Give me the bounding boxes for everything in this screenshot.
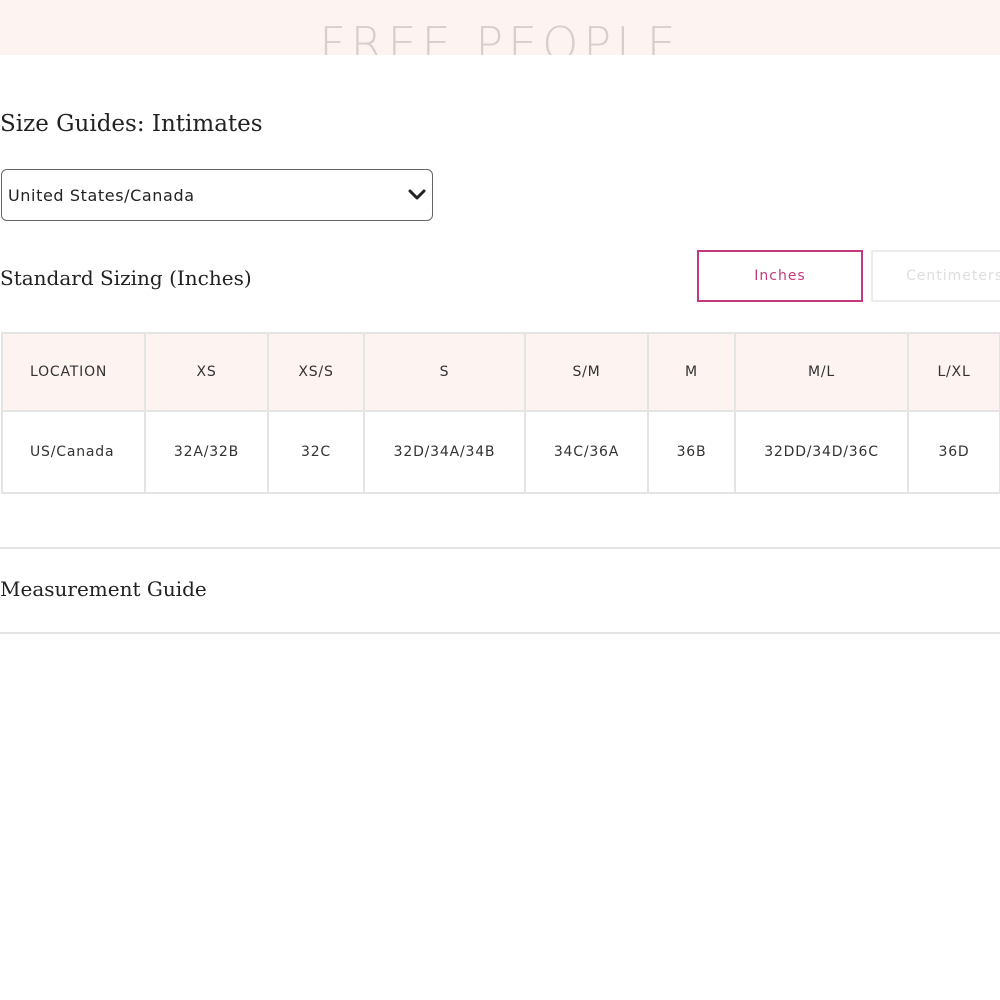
centimeters-button[interactable]: Centimeters bbox=[871, 250, 1000, 302]
size-table: LOCATION XS XS/S S S/M M M/L L/XL US/Can… bbox=[1, 332, 1000, 494]
table-row: US/Canada 32A/32B 32C 32D/34A/34B 34C/36… bbox=[1, 410, 1000, 494]
table-cell: 32D/34A/34B bbox=[363, 410, 526, 494]
section-title: Standard Sizing (Inches) bbox=[0, 266, 252, 290]
column-header: LOCATION bbox=[1, 332, 146, 412]
site-header: FREE PEOPLE bbox=[0, 0, 1000, 55]
divider bbox=[0, 547, 1000, 549]
column-header: M bbox=[647, 332, 736, 412]
measurement-guide-toggle[interactable]: Measurement Guide bbox=[0, 574, 207, 604]
table-cell: 36B bbox=[647, 410, 736, 494]
table-cell: 36D bbox=[907, 410, 1000, 494]
region-select-value: United States/Canada bbox=[8, 185, 195, 205]
column-header: S bbox=[363, 332, 526, 412]
region-select[interactable]: United States/Canada bbox=[1, 169, 433, 221]
inches-button[interactable]: Inches bbox=[697, 250, 863, 302]
column-header: XS bbox=[144, 332, 269, 412]
table-cell: 32C bbox=[267, 410, 365, 494]
table-header-row: LOCATION XS XS/S S S/M M M/L L/XL bbox=[1, 332, 1000, 412]
column-header: S/M bbox=[524, 332, 649, 412]
column-header: M/L bbox=[734, 332, 909, 412]
column-header: XS/S bbox=[267, 332, 365, 412]
table-cell: 34C/36A bbox=[524, 410, 649, 494]
table-cell: 32DD/34D/36C bbox=[734, 410, 909, 494]
page-title: Size Guides: Intimates bbox=[0, 111, 263, 137]
table-cell: 32A/32B bbox=[144, 410, 269, 494]
brand-logo[interactable]: FREE PEOPLE bbox=[0, 16, 1000, 55]
chevron-down-icon bbox=[408, 189, 426, 200]
divider bbox=[0, 632, 1000, 634]
column-header: L/XL bbox=[907, 332, 1000, 412]
table-cell: US/Canada bbox=[1, 410, 146, 494]
